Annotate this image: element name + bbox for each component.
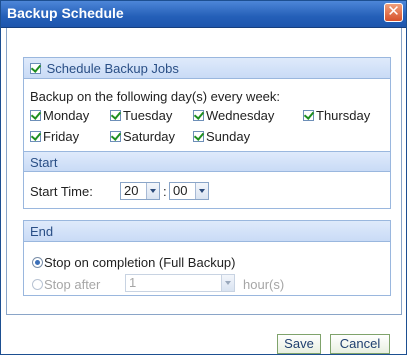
dialog-content: Schedule Backup Jobs Backup on the follo… [6,28,402,315]
title-bar: Backup Schedule ✕ [1,1,406,28]
close-button[interactable]: ✕ [384,3,403,22]
day-sunday[interactable]: Sunday [193,129,250,144]
day-saturday[interactable]: Saturday [110,129,175,144]
stop-after-label: Stop after [44,277,101,292]
day-saturday-checkbox[interactable] [110,131,121,142]
stop-after-option[interactable]: Stop after [32,277,100,292]
day-wednesday-label: Wednesday [206,108,275,123]
day-tuesday-label: Tuesday [123,108,173,123]
schedule-backup-jobs-label: Schedule Backup Jobs [46,61,179,76]
start-header: Start [24,151,390,172]
day-friday[interactable]: Friday [30,129,79,144]
schedule-backup-jobs-checkbox[interactable] [30,63,41,74]
start-hour-select[interactable]: 20 [120,182,160,200]
day-monday-label: Monday [43,108,90,123]
day-thursday[interactable]: Thursday [303,108,370,123]
close-icon: ✕ [387,3,400,20]
day-thursday-label: Thursday [316,108,371,123]
start-minute-select[interactable]: 00 [169,182,209,200]
day-monday[interactable]: Monday [30,108,89,123]
day-tuesday[interactable]: Tuesday [110,108,172,123]
day-saturday-label: Saturday [123,129,176,144]
day-friday-label: Friday [43,129,80,144]
stop-after-hours-value: 1 [129,275,137,290]
stop-after-unit-label: hour(s) [243,277,285,292]
schedule-header[interactable]: Schedule Backup Jobs [24,58,390,79]
stop-on-completion-radio[interactable] [32,257,43,268]
start-minute-value: 00 [173,183,188,198]
end-header: End [24,221,390,242]
end-group: End Stop on completion (Full Backup) Sto… [23,220,391,296]
chevron-down-icon[interactable] [195,183,208,199]
day-monday-checkbox[interactable] [30,110,41,121]
start-group: Start Start Time: 20 : 00 [23,151,391,209]
day-sunday-label: Sunday [206,129,251,144]
dialog-title: Backup Schedule [7,5,124,21]
chevron-down-icon[interactable] [146,183,159,199]
stop-after-radio[interactable] [32,279,43,290]
stop-after-hours-select[interactable]: 1 [125,274,235,292]
schedule-intro-text: Backup on the following day(s) every wee… [30,89,281,104]
save-button[interactable]: Save [277,334,321,354]
stop-on-completion-label: Stop on completion (Full Backup) [44,255,236,270]
chevron-down-icon[interactable] [221,275,234,291]
start-hour-value: 20 [124,183,139,198]
day-friday-checkbox[interactable] [30,131,41,142]
day-sunday-checkbox[interactable] [193,131,204,142]
stop-on-completion-option[interactable]: Stop on completion (Full Backup) [32,255,235,270]
time-separator: : [163,184,167,199]
day-tuesday-checkbox[interactable] [110,110,121,121]
start-time-label: Start Time: [30,184,93,199]
backup-schedule-dialog: Backup Schedule ✕ Schedule Backup Jobs B… [0,0,407,355]
day-thursday-checkbox[interactable] [303,110,314,121]
day-wednesday[interactable]: Wednesday [193,108,274,123]
cancel-button[interactable]: Cancel [330,334,390,354]
day-wednesday-checkbox[interactable] [193,110,204,121]
